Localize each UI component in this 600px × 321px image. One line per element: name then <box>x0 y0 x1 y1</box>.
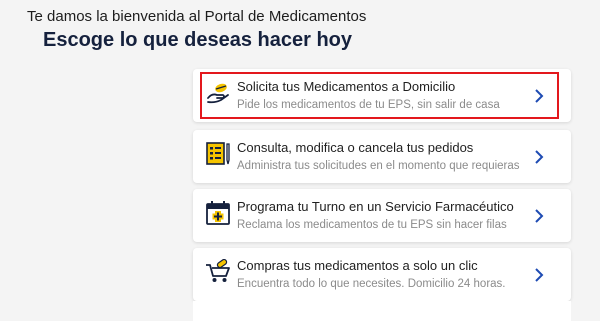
card-buy-medicines[interactable]: Compras tus medicamentos a solo un clic … <box>193 248 571 301</box>
chevron-right-icon <box>535 209 544 223</box>
card-subtitle: Pide los medicamentos de tu EPS, sin sal… <box>237 99 500 111</box>
card-subtitle: Encuentra todo lo que necesites. Domicil… <box>237 278 506 290</box>
card-title: Programa tu Turno en un Servicio Farmacé… <box>237 199 514 214</box>
welcome-text: Te damos la bienvenida al Portal de Medi… <box>27 8 367 25</box>
card-pharmacy-turn[interactable]: Programa tu Turno en un Servicio Farmacé… <box>193 189 571 242</box>
card-subtitle: Administra tus solicitudes en el momento… <box>237 160 520 172</box>
chevron-right-icon <box>535 89 544 103</box>
chevron-right-icon <box>535 150 544 164</box>
page-title: Escoge lo que deseas hacer hoy <box>43 29 353 51</box>
card-subtitle: Reclama los medicamentos de tu EPS sin h… <box>237 219 507 231</box>
cart-pill-icon <box>206 259 230 282</box>
card-title: Solicita tus Medicamentos a Domicilio <box>237 79 456 94</box>
bottom-strip <box>193 301 571 321</box>
card-title: Consulta, modifica o cancela tus pedidos <box>237 140 474 155</box>
order-list-icon <box>206 142 230 165</box>
hand-pill-icon <box>207 83 229 104</box>
card-home-delivery[interactable]: Solicita tus Medicamentos a Domicilio Pi… <box>193 69 571 122</box>
calendar-cross-icon <box>206 201 230 225</box>
chevron-right-icon <box>535 268 544 282</box>
card-manage-orders[interactable]: Consulta, modifica o cancela tus pedidos… <box>193 130 571 183</box>
card-title: Compras tus medicamentos a solo un clic <box>237 258 478 273</box>
